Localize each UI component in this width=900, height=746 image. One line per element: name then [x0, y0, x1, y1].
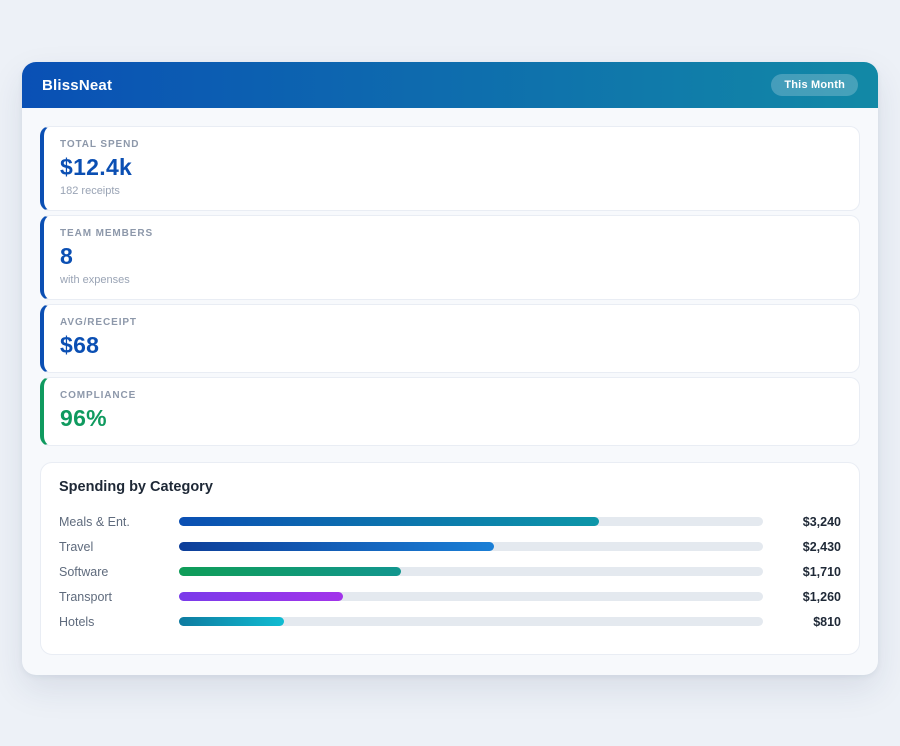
stat-card-total-spend: TOTAL SPEND $12.4k 182 receipts — [40, 126, 860, 211]
stat-label: TEAM MEMBERS — [60, 228, 843, 239]
stat-subtext: with expenses — [60, 274, 843, 286]
app-title: BlissNeat — [42, 77, 112, 94]
category-amount: $810 — [771, 615, 841, 629]
category-label: Transport — [59, 590, 171, 604]
category-label: Travel — [59, 540, 171, 554]
bar-track — [179, 567, 763, 576]
bar-track — [179, 617, 763, 626]
stat-card-team-members: TEAM MEMBERS 8 with expenses — [40, 215, 860, 300]
period-badge[interactable]: This Month — [771, 74, 858, 96]
bar-fill — [179, 617, 284, 626]
dashboard-body: TOTAL SPEND $12.4k 182 receipts TEAM MEM… — [22, 108, 878, 675]
stat-card-avg-receipt: AVG/RECEIPT $68 — [40, 304, 860, 373]
bar-fill — [179, 567, 401, 576]
category-amount: $1,260 — [771, 590, 841, 604]
stat-label: COMPLIANCE — [60, 390, 843, 401]
bar-track — [179, 592, 763, 601]
bar-fill — [179, 592, 343, 601]
category-label: Hotels — [59, 615, 171, 629]
chart-row: Software $1,710 — [59, 559, 841, 584]
bar-track — [179, 542, 763, 551]
chart-row: Hotels $810 — [59, 609, 841, 634]
spending-by-category-chart: Spending by Category Meals & Ent. $3,240 T… — [40, 462, 860, 655]
stat-value: 8 — [60, 243, 843, 270]
chart-rows: Meals & Ent. $3,240 Travel $2,430 Software $1… — [59, 509, 841, 634]
stat-value: 96% — [60, 405, 843, 432]
stat-subtext: 182 receipts — [60, 185, 843, 197]
stat-label: AVG/RECEIPT — [60, 317, 843, 328]
category-label: Software — [59, 565, 171, 579]
stat-card-compliance: COMPLIANCE 96% — [40, 377, 860, 446]
chart-row: Meals & Ent. $3,240 — [59, 509, 841, 534]
bar-fill — [179, 542, 494, 551]
chart-title: Spending by Category — [59, 479, 841, 495]
category-amount: $1,710 — [771, 565, 841, 579]
category-label: Meals & Ent. — [59, 515, 171, 529]
chart-row: Transport $1,260 — [59, 584, 841, 609]
stat-value: $12.4k — [60, 154, 843, 181]
category-amount: $3,240 — [771, 515, 841, 529]
bar-track — [179, 517, 763, 526]
chart-row: Travel $2,430 — [59, 534, 841, 559]
app-header: BlissNeat This Month — [22, 62, 878, 108]
category-amount: $2,430 — [771, 540, 841, 554]
dashboard-card: BlissNeat This Month TOTAL SPEND $12.4k … — [22, 62, 878, 675]
stat-label: TOTAL SPEND — [60, 139, 843, 150]
stat-value: $68 — [60, 332, 843, 359]
bar-fill — [179, 517, 599, 526]
